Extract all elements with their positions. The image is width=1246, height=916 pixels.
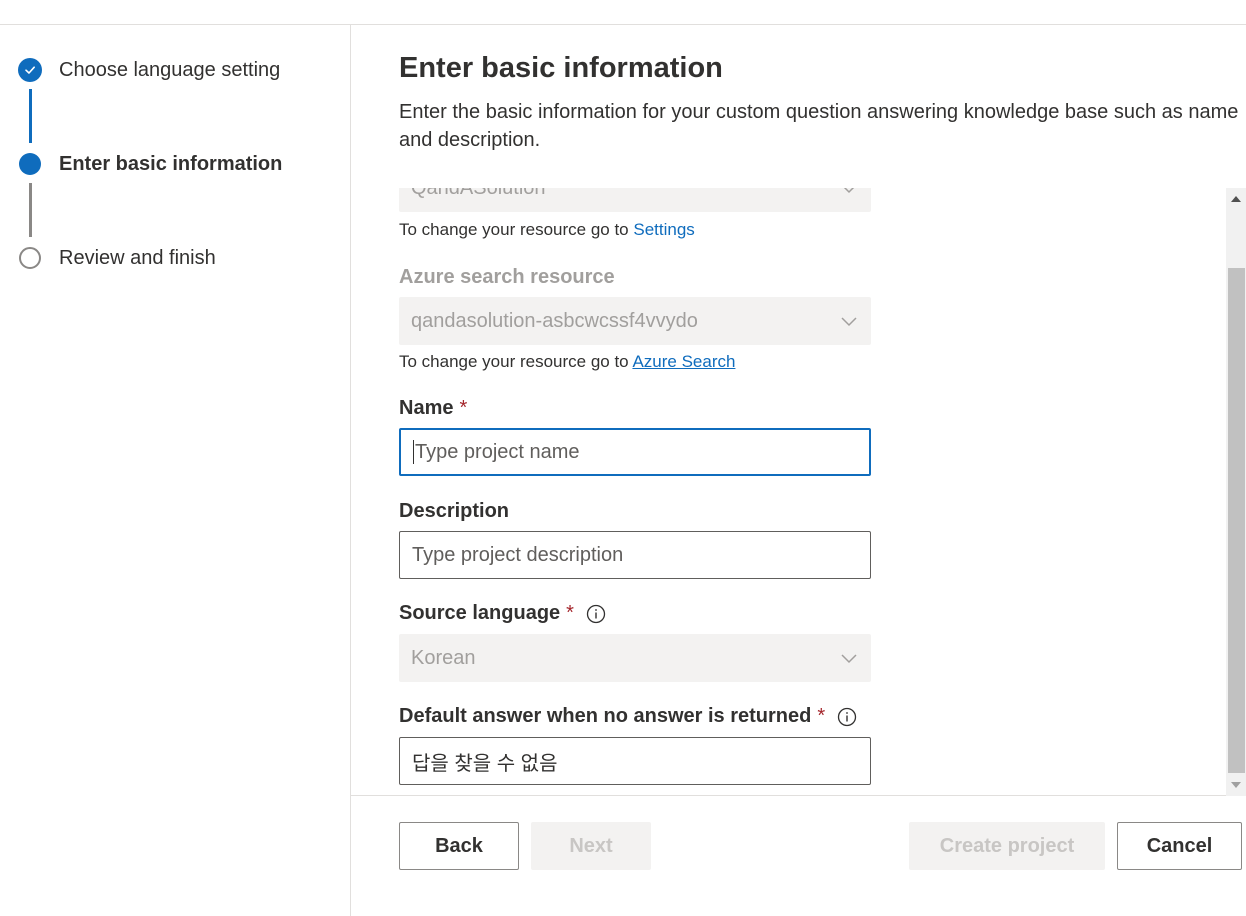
search-resource-hint: To change your resource go to Azure Sear… bbox=[399, 352, 735, 372]
name-label-text: Name bbox=[399, 397, 454, 419]
step-connector bbox=[29, 89, 32, 143]
search-resource-dropdown: qandasolution-asbcwcssf4vvydo bbox=[399, 297, 871, 345]
pending-step-icon bbox=[19, 247, 41, 269]
step-review-finish[interactable]: Review and finish bbox=[18, 245, 216, 271]
name-label: Name * bbox=[399, 397, 467, 420]
required-marker: * bbox=[566, 602, 574, 624]
language-resource-hint: To change your resource go to Settings bbox=[399, 220, 695, 240]
page-description: Enter the basic information for your cus… bbox=[399, 101, 1239, 151]
wizard-stepper: Choose language setting Enter basic info… bbox=[0, 25, 351, 916]
required-marker: * bbox=[459, 397, 468, 419]
chevron-down-icon bbox=[843, 188, 855, 194]
hint-text: To change your resource go to bbox=[399, 352, 633, 371]
scroll-up-arrow-icon[interactable] bbox=[1231, 196, 1241, 202]
azure-search-link[interactable]: Azure Search bbox=[632, 352, 735, 371]
page-title: Enter basic information bbox=[399, 52, 723, 84]
required-marker: * bbox=[817, 705, 826, 727]
step-label: Review and finish bbox=[59, 246, 216, 269]
language-resource-dropdown: QandASolution bbox=[399, 188, 871, 212]
settings-link[interactable]: Settings bbox=[633, 220, 694, 239]
default-answer-label: Default answer when no answer is returne… bbox=[399, 705, 857, 728]
chevron-down-icon bbox=[841, 654, 857, 664]
cancel-button[interactable]: Cancel bbox=[1117, 822, 1242, 870]
text-caret bbox=[413, 440, 414, 464]
default-answer-value: 답을 찾을 수 없음 bbox=[412, 752, 558, 775]
name-input[interactable]: Type project name bbox=[399, 428, 871, 476]
description-label: Description bbox=[399, 500, 510, 522]
default-answer-input[interactable]: 답을 찾을 수 없음 bbox=[399, 737, 871, 785]
step-label: Choose language setting bbox=[59, 58, 281, 81]
current-step-icon bbox=[19, 153, 41, 175]
form-scrollbar[interactable] bbox=[1226, 188, 1246, 796]
search-resource-value: qandasolution-asbcwcssf4vvydo bbox=[411, 309, 698, 332]
step-connector bbox=[29, 183, 32, 237]
step-choose-language[interactable]: Choose language setting bbox=[18, 57, 280, 83]
hint-text: To change your resource go to bbox=[399, 220, 634, 239]
default-answer-label-text: Default answer when no answer is returne… bbox=[399, 705, 812, 727]
search-resource-label: Azure search resource bbox=[399, 266, 615, 288]
next-button[interactable]: Next bbox=[531, 822, 651, 870]
step-enter-basic-info[interactable]: Enter basic information bbox=[18, 151, 282, 177]
source-language-label: Source language * bbox=[399, 602, 606, 625]
source-language-dropdown: Korean bbox=[399, 634, 871, 682]
name-placeholder: Type project name bbox=[415, 440, 580, 463]
back-button[interactable]: Back bbox=[399, 822, 519, 870]
language-resource-value: QandASolution bbox=[411, 188, 546, 200]
scrollbar-thumb[interactable] bbox=[1228, 268, 1245, 773]
form-scroll-area[interactable]: QandASolution To change your resource go… bbox=[351, 188, 1246, 796]
checkmark-icon bbox=[18, 58, 42, 82]
step-label: Enter basic information bbox=[59, 152, 283, 175]
description-placeholder: Type project description bbox=[412, 543, 624, 566]
chevron-down-icon bbox=[841, 317, 857, 327]
description-input[interactable]: Type project description bbox=[399, 531, 871, 579]
info-icon[interactable] bbox=[837, 707, 857, 727]
source-language-label-text: Source language bbox=[399, 602, 561, 624]
create-project-button[interactable]: Create project bbox=[909, 822, 1105, 870]
scroll-down-arrow-icon[interactable] bbox=[1231, 782, 1241, 788]
source-language-value: Korean bbox=[411, 646, 476, 669]
info-icon[interactable] bbox=[586, 604, 606, 624]
